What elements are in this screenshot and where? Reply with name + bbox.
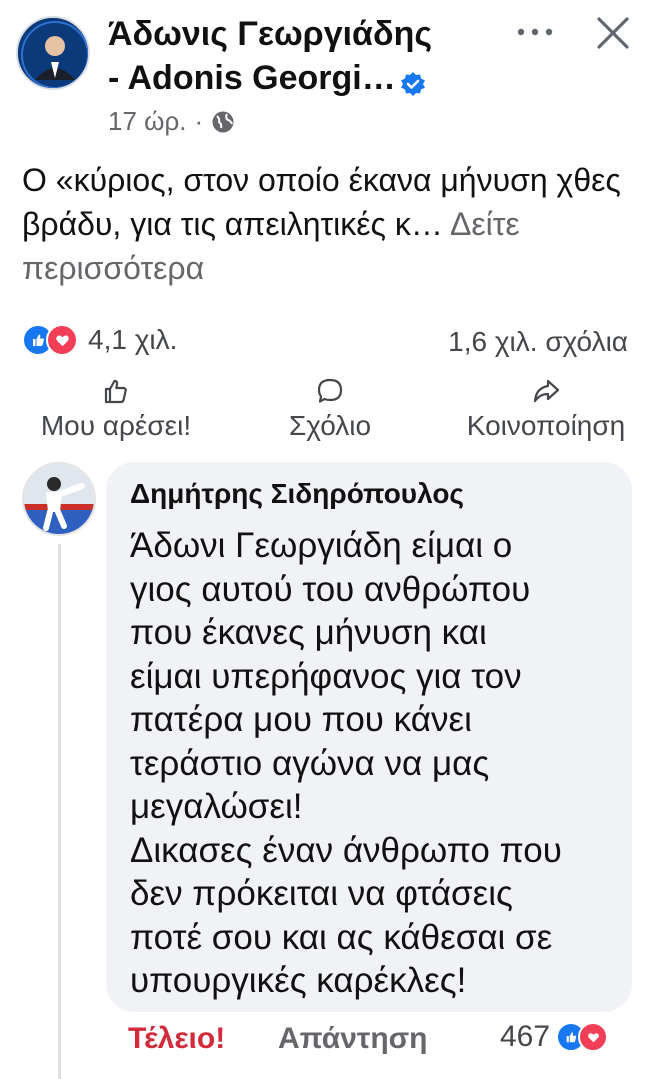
post-author[interactable]: Άδωνις Γεωργιάδης - Adonis Georgi… — [108, 12, 468, 100]
close-icon[interactable] — [594, 14, 632, 52]
comment-label: Σχόλιο — [288, 410, 372, 441]
comment-reaction-button[interactable]: Τέλειο! — [128, 1022, 225, 1056]
share-arrow-icon — [533, 379, 560, 403]
thumbs-up-icon — [104, 379, 127, 404]
author-name-line1[interactable]: Άδωνις Γεωργιάδης — [108, 12, 468, 56]
verified-badge-icon — [400, 64, 426, 97]
author-name-line2[interactable]: - Adonis Georgi… — [108, 59, 396, 97]
comment-line: ποτέ σου και ας κάθεσαι σε — [130, 917, 553, 957]
like-button[interactable]: Μου αρέσει! — [26, 376, 206, 442]
post-meta: 17 ώρ. · — [108, 106, 235, 137]
post-body: Ο «κύριος, στον οποίο έκανα μήνυση χθες … — [22, 158, 642, 290]
comment-line: Άδωνι Γεωργιάδη είμαι ο — [130, 526, 513, 565]
page-avatar[interactable] — [16, 16, 90, 90]
comment-reactions[interactable]: 467 — [500, 1020, 609, 1054]
commenter-avatar[interactable] — [22, 462, 96, 536]
comment-line: δεν πρόκειται να φτάσεις — [130, 874, 513, 913]
reactions-count: 4,1 χιλ. — [88, 324, 178, 355]
globe-icon — [211, 110, 235, 134]
comment-line: τεράστιο αγώνα να μας — [130, 743, 490, 783]
reply-button[interactable]: Απάντηση — [278, 1022, 428, 1056]
comment-author[interactable]: Δημήτρης Σιδηρόπουλος — [130, 478, 464, 510]
post-text: Ο «κύριος, στον οποίο έκανα μήνυση χθες … — [22, 162, 621, 242]
comment-text: Άδωνι Γεωργιάδη είμαι ο γιος αυτού του α… — [130, 524, 610, 1003]
comment-line: γιος αυτού του ανθρώπου — [130, 569, 531, 609]
comment-line: που έκανες μήνυση και — [130, 613, 487, 652]
reactions-summary[interactable]: 4,1 χιλ. — [22, 324, 177, 356]
post-time[interactable]: 17 ώρ. — [108, 106, 186, 137]
comment-line: μεγαλώσει! — [130, 787, 303, 826]
love-reaction-icon — [46, 324, 78, 356]
reply-thread-line — [58, 544, 61, 1079]
comment-button[interactable]: Σχόλιο — [270, 376, 390, 442]
love-reaction-icon — [578, 1022, 609, 1052]
comment-line: πατέρα μου που κάνει — [130, 700, 472, 739]
meta-separator: · — [194, 106, 204, 136]
comments-count[interactable]: 1,6 χιλ. σχόλια — [448, 326, 628, 358]
more-options-icon[interactable] — [512, 22, 558, 42]
comment-line: είμαι υπερήφανος για τον — [130, 656, 522, 696]
share-label: Κοινοποίηση — [466, 410, 626, 441]
comment-line: υπουργικές καρέκλες! — [130, 961, 467, 1000]
comment-reactions-count: 467 — [500, 1020, 551, 1053]
comment-bubble-icon — [317, 378, 343, 403]
share-button[interactable]: Κοινοποίηση — [446, 376, 646, 442]
like-label: Μου αρέσει! — [40, 410, 192, 441]
comment-line: Δικασες έναν άνθρωπο που — [130, 830, 562, 870]
